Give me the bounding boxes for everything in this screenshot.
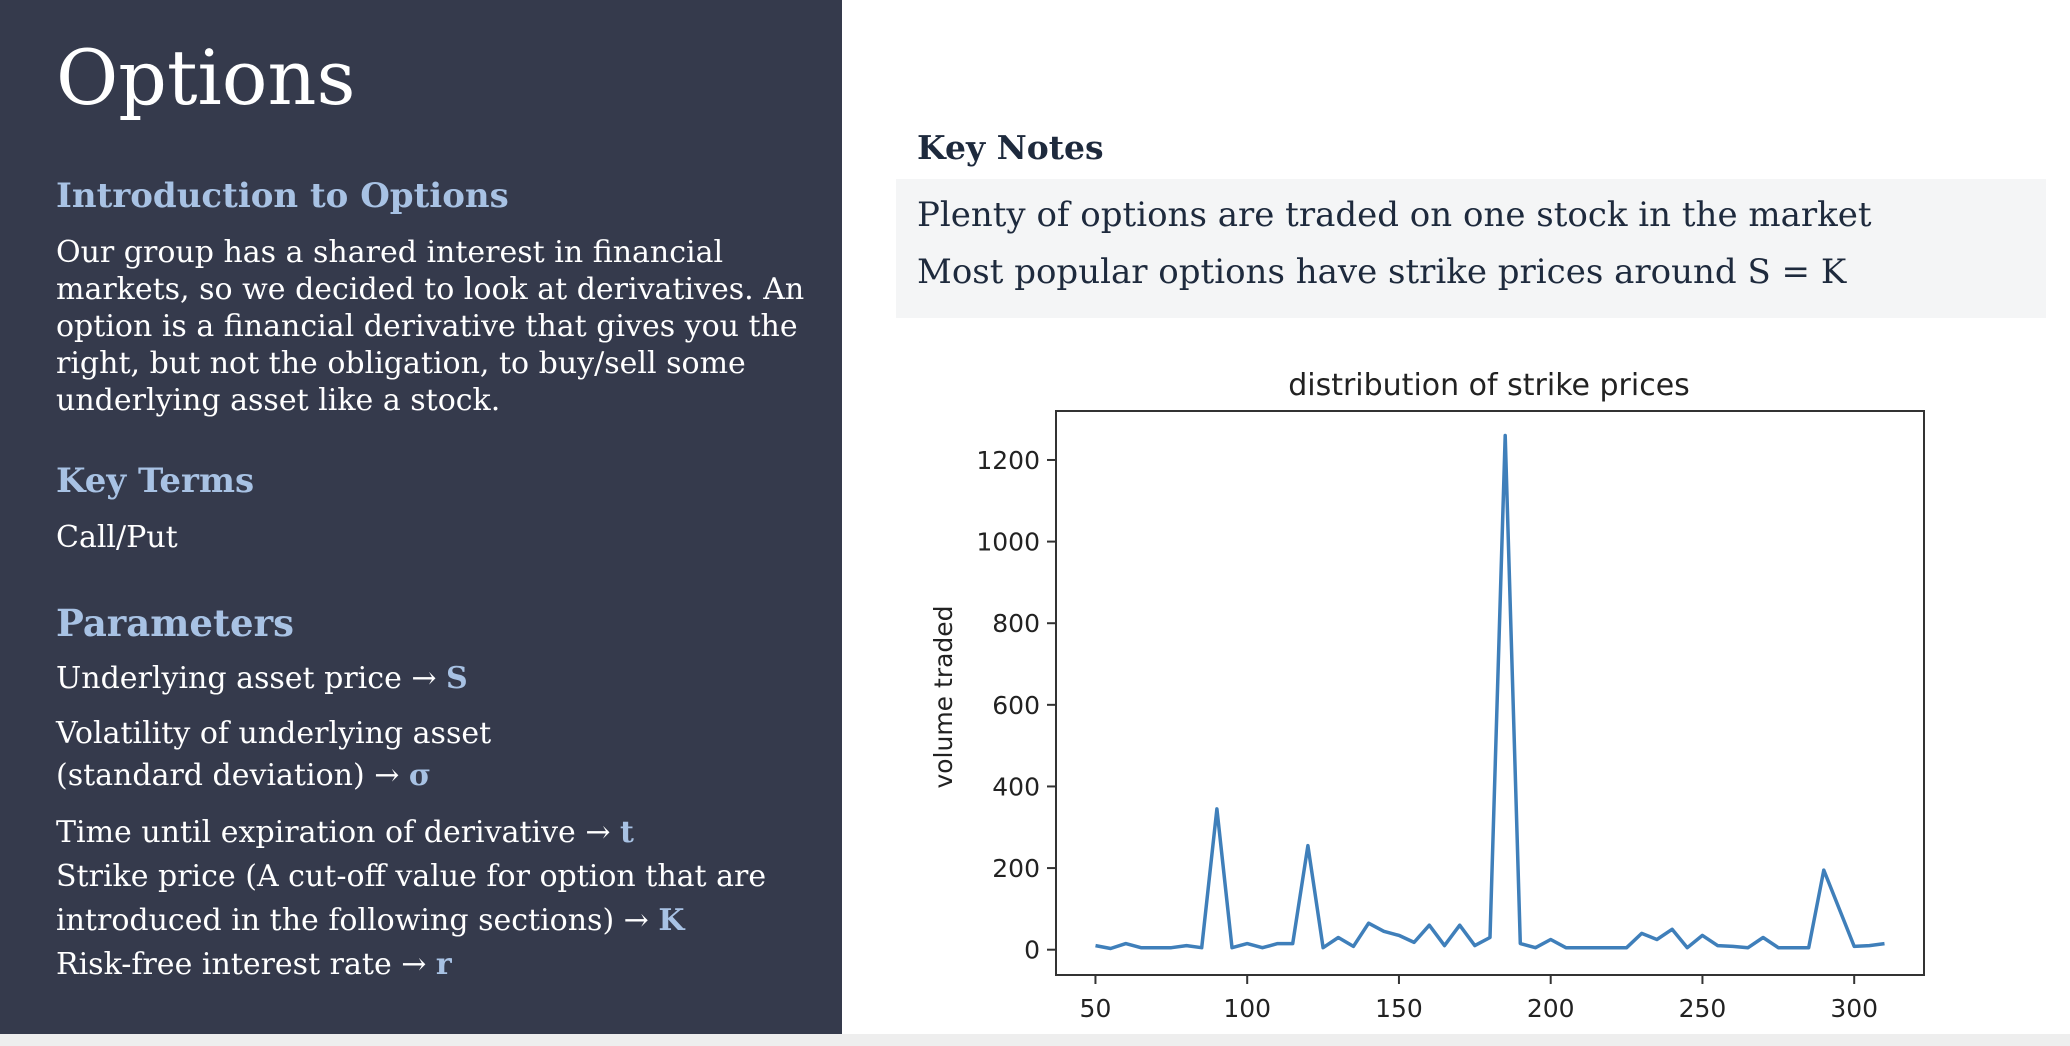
- parameters-heading: Parameters: [56, 601, 294, 645]
- series-line: [1095, 433, 1885, 951]
- key-terms-text: Call/Put: [56, 520, 178, 555]
- param-text: Risk-free interest rate →: [56, 947, 436, 982]
- page-title: Options: [56, 33, 356, 122]
- y-tick-label: 400: [992, 772, 1040, 801]
- x-tick-label: 50: [1080, 994, 1112, 1023]
- bottom-strip: [0, 1034, 2070, 1046]
- plot-area: 0 200 400 600 800 1000 1200 50 100 150 200 250 300: [976, 410, 1925, 1023]
- x-tick-label: 150: [1375, 994, 1423, 1023]
- key-terms-heading: Key Terms: [56, 461, 255, 501]
- intro-line: Our group has a shared interest in finan…: [56, 235, 724, 270]
- param-text: (standard deviation) →: [56, 758, 409, 793]
- sidebar-panel: Options Introduction to Options Our grou…: [0, 0, 842, 1034]
- x-tick-label: 100: [1223, 994, 1271, 1023]
- x-tick-label: 200: [1527, 994, 1575, 1023]
- key-note: Most popular options have strike prices …: [917, 252, 1847, 292]
- key-notes-box: Plenty of options are traded on one stoc…: [896, 179, 2046, 318]
- param-text: introduced in the following sections) →: [56, 903, 659, 938]
- param-volatility-line1: Volatility of underlying asset: [56, 716, 492, 751]
- strike-price-chart: distribution of strike prices volume tra…: [929, 368, 1925, 1023]
- y-tick-label: 1000: [976, 528, 1040, 557]
- intro-line: option is a financial derivative that gi…: [56, 309, 798, 344]
- param-time: Time until expiration of derivative → t: [56, 812, 634, 854]
- y-tick-label: 800: [992, 609, 1040, 638]
- param-volatility-line2: (standard deviation) → σ: [56, 755, 431, 797]
- x-tick-label: 300: [1830, 994, 1878, 1023]
- y-tick-label: 200: [992, 854, 1040, 883]
- y-tick-label: 600: [992, 691, 1040, 720]
- y-tick-label: 0: [1024, 936, 1040, 965]
- intro-line: markets, so we decided to look at deriva…: [56, 272, 805, 307]
- param-risk-free: Risk-free interest rate → r: [56, 944, 452, 986]
- param-text: Time until expiration of derivative →: [56, 815, 621, 850]
- param-strike-line1: Strike price (A cut-off value for option…: [56, 859, 767, 894]
- param-underlying-price: Underlying asset price → S: [56, 658, 468, 700]
- intro-line: right, but not the obligation, to buy/se…: [56, 346, 746, 381]
- y-axis-label: volume traded: [929, 605, 958, 788]
- param-symbol: r: [435, 947, 452, 982]
- param-symbol: t: [620, 815, 634, 850]
- param-symbol: σ: [408, 758, 431, 793]
- y-tick-label: 1200: [976, 446, 1040, 475]
- param-strike-line2: introduced in the following sections) → …: [56, 900, 684, 942]
- key-notes-heading: Key Notes: [917, 128, 1104, 167]
- intro-heading: Introduction to Options: [56, 176, 509, 216]
- param-symbol: S: [446, 661, 468, 696]
- chart-title: distribution of strike prices: [1288, 368, 1690, 403]
- x-tick-label: 250: [1679, 994, 1727, 1023]
- intro-line: underlying asset like a stock.: [56, 383, 501, 418]
- key-note: Plenty of options are traded on one stoc…: [917, 195, 1872, 235]
- param-symbol: K: [658, 903, 685, 938]
- param-text: Underlying asset price →: [56, 661, 447, 696]
